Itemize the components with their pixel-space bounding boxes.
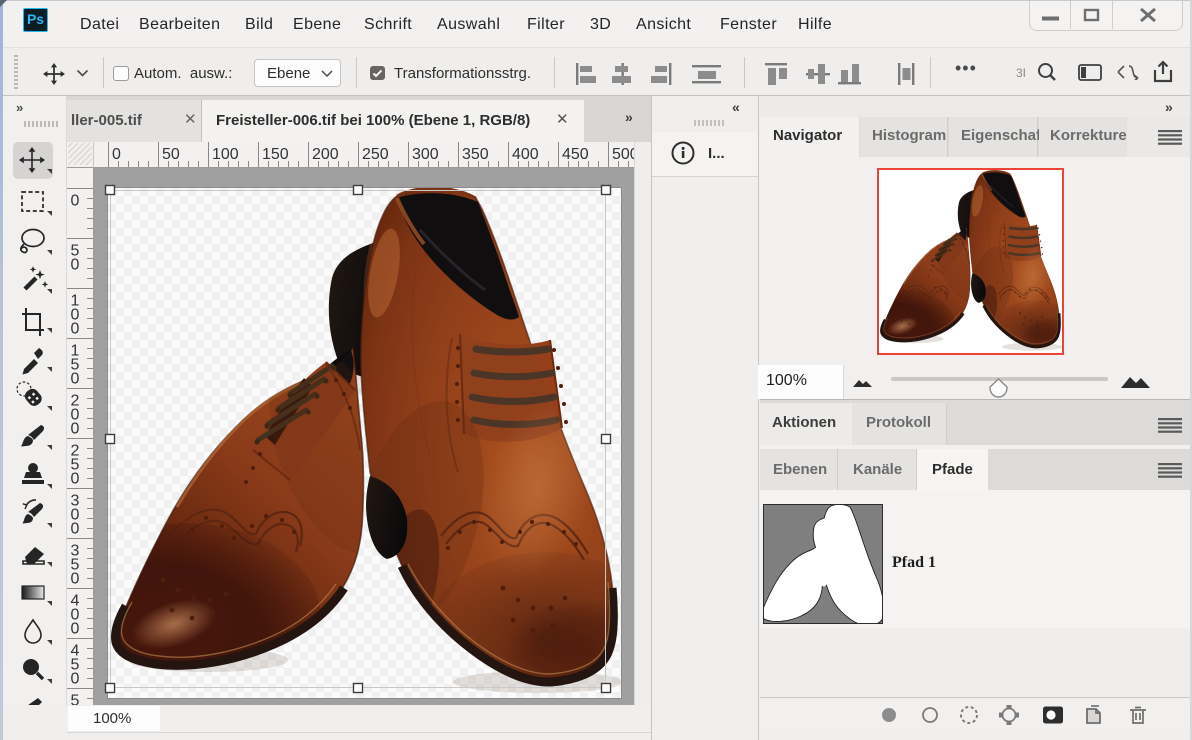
svg-text:100: 100 bbox=[212, 146, 239, 163]
svg-text:200: 200 bbox=[312, 146, 339, 163]
svg-text:300: 300 bbox=[412, 146, 439, 163]
svg-text:150: 150 bbox=[262, 146, 289, 163]
svg-text:400: 400 bbox=[512, 146, 539, 163]
svg-text:0: 0 bbox=[112, 146, 121, 163]
svg-text:5: 5 bbox=[71, 693, 80, 706]
svg-text:0: 0 bbox=[71, 521, 80, 538]
svg-text:0: 0 bbox=[71, 193, 80, 210]
svg-text:50: 50 bbox=[162, 146, 180, 163]
svg-text:0: 0 bbox=[71, 371, 80, 388]
svg-text:0: 0 bbox=[71, 621, 80, 638]
svg-text:0: 0 bbox=[71, 421, 80, 438]
svg-text:450: 450 bbox=[562, 146, 589, 163]
svg-text:0: 0 bbox=[71, 321, 80, 338]
svg-text:0: 0 bbox=[71, 257, 80, 274]
svg-text:350: 350 bbox=[462, 146, 489, 163]
svg-text:0: 0 bbox=[71, 471, 80, 488]
svg-text:0: 0 bbox=[71, 671, 80, 688]
svg-text:250: 250 bbox=[362, 146, 389, 163]
svg-text:0: 0 bbox=[71, 571, 80, 588]
